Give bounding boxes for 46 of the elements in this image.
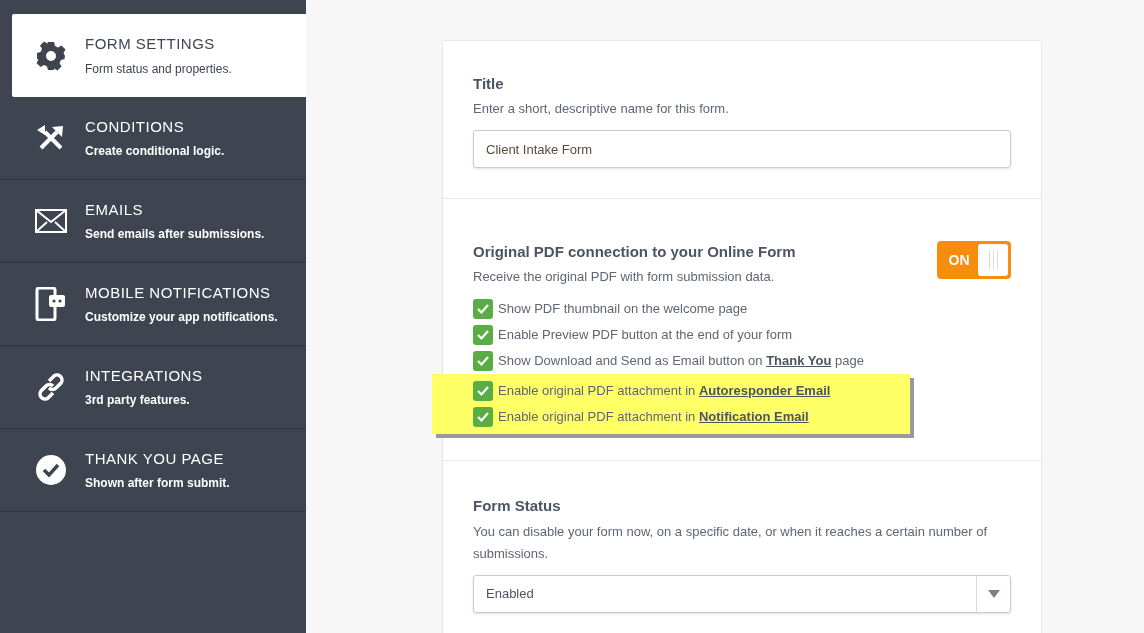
option-label: Enable Preview PDF button at the end of your form — [498, 326, 793, 345]
link[interactable]: Thank You — [766, 353, 832, 369]
phone-chat-icon — [35, 287, 67, 321]
envelope-icon — [35, 209, 67, 233]
link[interactable]: Notification Email — [698, 409, 809, 425]
checkbox[interactable] — [473, 299, 493, 319]
item-subtitle: 3rd party features. — [85, 392, 191, 410]
caret-icon — [987, 589, 1000, 598]
item-subtitle: Form status and properties. — [85, 60, 232, 78]
item-title: FORM SETTINGS — [85, 34, 216, 55]
item-title: EMAILS — [85, 199, 145, 220]
item-title: MOBILE NOTIFICATIONS — [85, 282, 272, 303]
sidebar-item[interactable]: FORM SETTINGS Form status and properties. — [12, 14, 306, 97]
checkbox[interactable] — [473, 381, 493, 401]
item-title: CONDITIONS — [85, 116, 186, 137]
option-label: Enable original PDF attachment in Autoresponder Email — [498, 382, 831, 401]
check-circle-icon — [35, 454, 67, 486]
option-label: Show Download and Send as Email button on Thank You page — [498, 352, 864, 371]
sidebar-item[interactable]: EMAILS Send emails after submissions. — [0, 180, 306, 263]
section-description: Enter a short, descriptive name for this form. — [473, 99, 730, 118]
item-subtitle: Create conditional logic. — [85, 143, 225, 161]
item-subtitle: Send emails after submissions. — [85, 226, 265, 244]
status-dropdown[interactable]: Enabled — [473, 574, 1011, 613]
section-heading: Form Status — [473, 496, 562, 516]
option-label: Show PDF thumbnail on the welcome page — [498, 300, 748, 319]
checkbox[interactable] — [473, 351, 493, 371]
section-heading: Title — [473, 74, 505, 94]
item-title: INTEGRATIONS — [85, 365, 203, 386]
title-input-field[interactable]: Client Intake Form — [473, 130, 1011, 168]
sidebar-item[interactable]: THANK YOU PAGE Shown after form submit. — [0, 429, 306, 512]
option-label: Enable original PDF attachment in Notification Email — [498, 408, 809, 427]
chain-link-icon — [35, 371, 67, 403]
item-subtitle: Customize your app notifications. — [85, 309, 278, 327]
dropdown-value: Enabled — [485, 584, 535, 603]
sidebar-item[interactable]: INTEGRATIONS 3rd party features. — [0, 346, 306, 429]
section-heading: Original PDF connection to your Online Form — [473, 242, 796, 262]
item-subtitle: Shown after form submit. — [85, 475, 230, 493]
link[interactable]: Autoresponder Email — [698, 383, 831, 399]
item-title: THANK YOU PAGE — [85, 448, 225, 469]
sidebar-item[interactable]: MOBILE NOTIFICATIONS Customize your app notifications. — [0, 263, 306, 346]
section-description: You can disable your form now, on a specific date, or when it reaches a certain number of submissions. — [473, 522, 989, 563]
checkbox[interactable] — [473, 325, 493, 345]
gear-icon — [35, 39, 67, 72]
sidebar-item[interactable]: CONDITIONS Create conditional logic. — [0, 97, 306, 180]
checkbox[interactable] — [473, 407, 493, 427]
section-description: Receive the original PDF with form submission data. — [473, 267, 776, 286]
